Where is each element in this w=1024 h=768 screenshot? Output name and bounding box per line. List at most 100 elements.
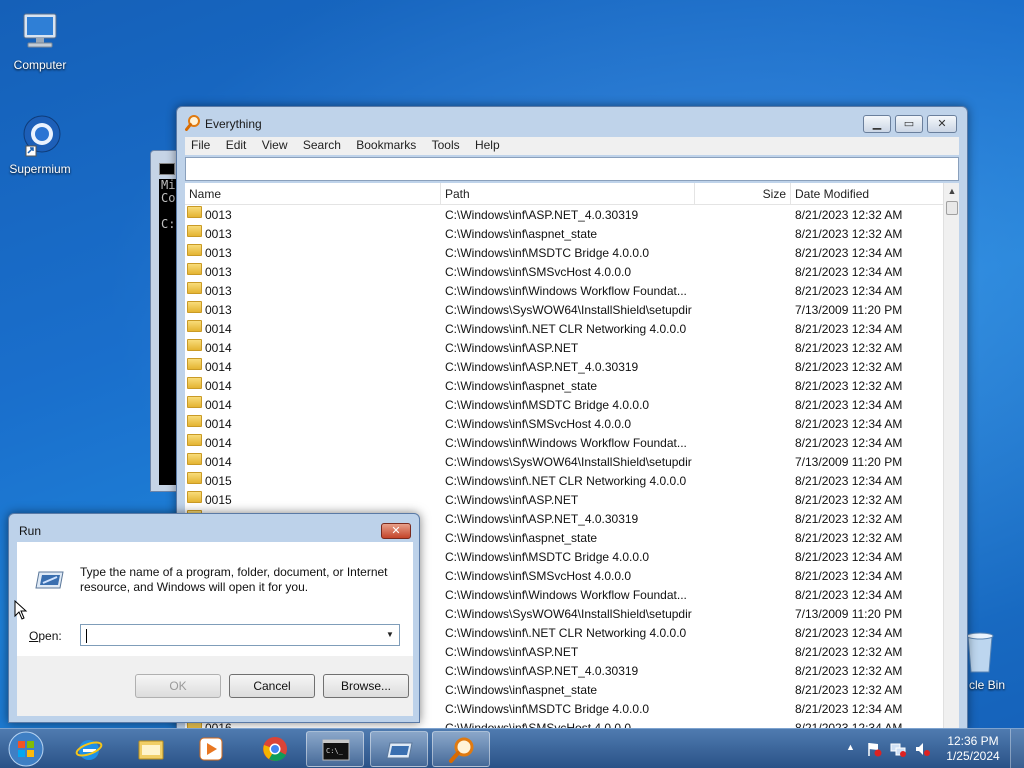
ok-button[interactable]: OK <box>135 674 221 698</box>
table-row[interactable]: 0013 C:\Windows\inf\Windows Workflow Foun… <box>185 282 943 301</box>
table-row[interactable]: 0015 C:\Windows\inf\.NET CLR Networking 4… <box>185 472 943 491</box>
table-row[interactable]: 0014 C:\Windows\inf\ASP.NET 8/21/2023 12:3… <box>185 339 943 358</box>
table-row[interactable]: 0014 C:\Windows\inf\SMSvcHost 4.0.0.0 8/21… <box>185 415 943 434</box>
cell-date: 8/21/2023 12:34 AM <box>795 436 903 450</box>
column-header-name[interactable]: Name <box>185 183 441 205</box>
cell-path: C:\Windows\inf\ASP.NET <box>445 645 579 659</box>
table-row[interactable]: 0015 C:\Windows\inf\ASP.NET 8/21/2023 12:3… <box>185 491 943 510</box>
search-input[interactable] <box>185 157 959 181</box>
maximize-button[interactable]: ▭ <box>895 115 923 133</box>
cell-date: 8/21/2023 12:34 AM <box>795 550 903 564</box>
show-desktop-button[interactable] <box>1010 729 1024 768</box>
menu-edit[interactable]: Edit <box>220 137 253 154</box>
desktop-icon-label: Supermium <box>9 162 71 176</box>
mouse-cursor-icon <box>14 599 28 620</box>
table-row[interactable]: 0014 C:\Windows\inf\.NET CLR Networking 4… <box>185 320 943 339</box>
menu-help[interactable]: Help <box>469 137 506 154</box>
table-row[interactable]: 0013 C:\Windows\inf\SMSvcHost 4.0.0.0 8/21… <box>185 263 943 282</box>
menu-search[interactable]: Search <box>297 137 347 154</box>
action-center-flag-icon[interactable] <box>866 741 882 757</box>
taskbar-media-player[interactable] <box>182 731 240 767</box>
taskbar-run[interactable] <box>370 731 428 767</box>
close-button[interactable]: ✕ <box>381 523 411 539</box>
show-hidden-icons-icon[interactable]: ▲ <box>846 742 855 752</box>
run-dialog-footer: OK Cancel Browse... <box>17 656 413 716</box>
folder-icon <box>187 206 202 218</box>
run-dialog-body: Type the name of a program, folder, docu… <box>17 542 413 656</box>
open-input[interactable]: ▼ <box>80 624 400 646</box>
cell-date: 8/21/2023 12:34 AM <box>795 417 903 431</box>
desktop-icon-supermium[interactable]: Supermium <box>0 112 80 176</box>
taskbar-internet-explorer[interactable] <box>60 731 118 767</box>
cell-name: 0014 <box>205 322 232 336</box>
cell-path: C:\Windows\inf\Windows Workflow Foundat.… <box>445 436 687 450</box>
browse-button[interactable]: Browse... <box>323 674 409 698</box>
everything-titlebar[interactable]: Everything ▁ ▭ ✕ <box>177 107 967 137</box>
table-row[interactable]: 0013 C:\Windows\inf\MSDTC Bridge 4.0.0.0 8… <box>185 244 943 263</box>
folder-icon <box>187 320 202 332</box>
menu-bookmarks[interactable]: Bookmarks <box>350 137 422 154</box>
cell-name: 0015 <box>205 493 232 507</box>
table-row[interactable]: 0014 C:\Windows\SysWOW64\InstallShield\se… <box>185 453 943 472</box>
close-button[interactable]: ✕ <box>927 115 957 133</box>
taskbar-file-explorer[interactable] <box>122 731 180 767</box>
run-description: Type the name of a program, folder, docu… <box>80 565 388 594</box>
cell-path: C:\Windows\SysWOW64\InstallShield\setupd… <box>445 455 692 469</box>
clock[interactable]: 12:36 PM 1/25/2024 <box>938 734 1008 764</box>
taskbar-everything[interactable] <box>432 731 490 767</box>
scroll-thumb[interactable] <box>946 201 958 215</box>
cell-path: C:\Windows\inf\aspnet_state <box>445 531 598 545</box>
minimize-button[interactable]: ▁ <box>863 115 891 133</box>
cell-date: 8/21/2023 12:32 AM <box>795 493 903 507</box>
table-row[interactable]: 0013 C:\Windows\inf\aspnet_state 8/21/2023… <box>185 225 943 244</box>
close-icon: ✕ <box>391 525 401 537</box>
scroll-up-icon[interactable]: ▲ <box>944 183 959 199</box>
cell-date: 8/21/2023 12:34 AM <box>795 588 903 602</box>
cancel-button[interactable]: Cancel <box>229 674 315 698</box>
cell-date: 8/21/2023 12:34 AM <box>795 626 903 640</box>
taskbar-chrome[interactable] <box>246 731 304 767</box>
cell-date: 8/21/2023 12:32 AM <box>795 645 903 659</box>
cell-date: 8/21/2023 12:34 AM <box>795 284 903 298</box>
cell-date: 7/13/2009 11:20 PM <box>795 607 903 621</box>
magnifier-icon <box>448 736 476 764</box>
table-row[interactable]: 0014 C:\Windows\inf\Windows Workflow Foun… <box>185 434 943 453</box>
taskbar-command-prompt[interactable]: C:\_ <box>306 731 364 767</box>
command-prompt-glyph: C:\_ <box>326 747 344 755</box>
folder-icon <box>187 491 202 503</box>
cell-path: C:\Windows\inf\SMSvcHost 4.0.0.0 <box>445 265 632 279</box>
menu-view[interactable]: View <box>256 137 294 154</box>
run-dialog[interactable]: Run ✕ Type the name of a program, folder… <box>8 513 420 723</box>
menu-file[interactable]: File <box>185 137 216 154</box>
chrome-icon <box>261 735 289 763</box>
folder-icon <box>187 453 202 465</box>
menu-tools[interactable]: Tools <box>426 137 466 154</box>
column-header-size[interactable]: Size <box>695 183 791 205</box>
cell-name: 0014 <box>205 417 232 431</box>
cell-path: C:\Windows\SysWOW64\InstallShield\setupd… <box>445 303 692 317</box>
text-caret <box>86 629 87 643</box>
minimize-icon: ▁ <box>872 118 882 130</box>
desktop-icon-computer[interactable]: Computer <box>0 8 80 72</box>
cell-name: 0013 <box>205 265 232 279</box>
open-label-rest: pen: <box>38 629 62 643</box>
start-button[interactable] <box>4 730 48 768</box>
chevron-down-icon[interactable]: ▼ <box>383 627 397 643</box>
table-row[interactable]: 0013 C:\Windows\inf\ASP.NET_4.0.30319 8/21… <box>185 206 943 225</box>
column-header-path[interactable]: Path <box>441 183 695 205</box>
cell-path: C:\Windows\inf\ASP.NET_4.0.30319 <box>445 664 639 678</box>
table-row[interactable]: 0013 C:\Windows\SysWOW64\InstallShield\se… <box>185 301 943 320</box>
table-row[interactable]: 0014 C:\Windows\inf\ASP.NET_4.0.30319 8/21… <box>185 358 943 377</box>
folder-icon <box>187 396 202 408</box>
cell-date: 8/21/2023 12:34 AM <box>795 702 903 716</box>
cell-date: 8/21/2023 12:34 AM <box>795 569 903 583</box>
volume-muted-icon[interactable] <box>914 741 930 757</box>
table-row[interactable]: 0014 C:\Windows\inf\MSDTC Bridge 4.0.0.0 8… <box>185 396 943 415</box>
media-player-icon <box>197 735 225 763</box>
desktop-icon-label: Computer <box>13 58 67 72</box>
column-header-date[interactable]: Date Modified <box>791 183 943 205</box>
table-row[interactable]: 0014 C:\Windows\inf\aspnet_state 8/21/2023… <box>185 377 943 396</box>
network-icon[interactable] <box>890 741 906 757</box>
cell-date: 8/21/2023 12:34 AM <box>795 322 903 336</box>
vertical-scrollbar[interactable]: ▲ <box>943 183 959 731</box>
